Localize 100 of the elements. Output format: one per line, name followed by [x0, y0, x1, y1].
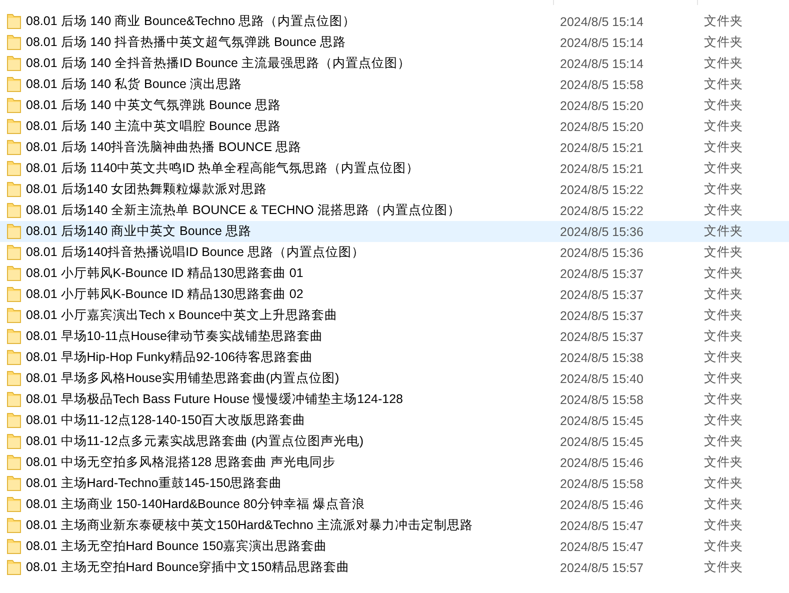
modified-date: 2024/8/5 15:36: [560, 224, 644, 238]
folder-icon: [7, 182, 21, 197]
file-type: 文件夹: [704, 328, 744, 345]
file-type: 文件夹: [704, 559, 744, 576]
folder-icon: [7, 203, 21, 218]
file-name: 08.01 后场 140 主流中英文唱腔 Bounce 思路: [26, 118, 282, 135]
folder-icon: [7, 329, 21, 344]
file-row[interactable]: 08.01 早场多风格House实用铺垫思路套曲(内置点位图) 2024/8/5 15:40 文件夹: [0, 368, 789, 389]
file-type: 文件夹: [704, 433, 744, 450]
file-type: 文件夹: [704, 139, 744, 156]
file-name: 08.01 早场Hip-Hop Funky精品92-106待客思路套曲: [26, 349, 314, 366]
file-name: 08.01 早场10-11点House律动节奏实战铺垫思路套曲: [26, 328, 324, 345]
file-name: 08.01 主场无空拍Hard Bounce 150嘉宾演出思路套曲: [26, 538, 328, 555]
file-row[interactable]: 08.01 早场10-11点House律动节奏实战铺垫思路套曲 2024/8/5 15:37 文件夹: [0, 326, 789, 347]
file-row[interactable]: 08.01 中场11-12点128-140-150百大改版思路套曲 2024/8/5 15:45 文件夹: [0, 410, 789, 431]
folder-icon: [7, 518, 21, 533]
file-type: 文件夹: [704, 391, 744, 408]
file-type: 文件夹: [704, 538, 744, 555]
modified-date: 2024/8/5 15:45: [560, 434, 644, 448]
modified-date: 2024/8/5 15:21: [560, 162, 644, 176]
file-type: 文件夹: [704, 286, 744, 303]
file-type: 文件夹: [704, 496, 744, 513]
folder-icon: [7, 161, 21, 176]
file-name: 08.01 主场无空拍Hard Bounce穿插中文150精品思路套曲: [26, 559, 351, 576]
modified-date: 2024/8/5 15:37: [560, 308, 644, 322]
folder-icon: [7, 119, 21, 134]
file-type: 文件夹: [704, 223, 744, 240]
modified-date: 2024/8/5 15:47: [560, 518, 644, 532]
modified-date: 2024/8/5 15:46: [560, 498, 644, 512]
file-row[interactable]: 08.01 后场 140 中英文气氛弹跳 Bounce 思路 2024/8/5 15:20 文件夹: [0, 95, 789, 116]
file-row[interactable]: 08.01 小厅嘉宾演出Tech x Bounce中英文上升思路套曲 2024/8/5 15:37 文件夹: [0, 305, 789, 326]
modified-date: 2024/8/5 15:47: [560, 540, 644, 554]
file-name: 08.01 中场无空拍多风格混搭128 思路套曲 声光电同步: [26, 454, 337, 471]
file-type: 文件夹: [704, 34, 744, 51]
file-row[interactable]: 08.01 后场 140 主流中英文唱腔 Bounce 思路 2024/8/5 15:20 文件夹: [0, 116, 789, 137]
file-row[interactable]: 08.01 主场商业 150-140Hard&Bounce 80分钟幸福 爆点音浪 2024/8/5 15:46 文件夹: [0, 494, 789, 515]
file-row[interactable]: 08.01 早场Hip-Hop Funky精品92-106待客思路套曲 2024/8/5 15:38 文件夹: [0, 347, 789, 368]
file-type: 文件夹: [704, 517, 744, 534]
file-row[interactable]: 08.01 中场无空拍多风格混搭128 思路套曲 声光电同步 2024/8/5 15:46 文件夹: [0, 452, 789, 473]
folder-icon: [7, 56, 21, 71]
file-row[interactable]: 08.01 后场 140 商业 Bounce&Techno 思路（内置点位图） 2024/8/5 15:14 文件夹: [0, 11, 789, 32]
modified-date: 2024/8/5 15:37: [560, 266, 644, 280]
file-name: 08.01 后场 140抖音洗脑神曲热播 BOUNCE 思路: [26, 139, 303, 156]
file-type: 文件夹: [704, 244, 744, 261]
file-row[interactable]: 08.01 后场 140抖音洗脑神曲热播 BOUNCE 思路 2024/8/5 15:21 文件夹: [0, 137, 789, 158]
modified-date: 2024/8/5 15:58: [560, 392, 644, 406]
file-name: 08.01 中场11-12点128-140-150百大改版思路套曲: [26, 412, 307, 429]
folder-icon: [7, 245, 21, 260]
file-row[interactable]: 08.01 早场极品Tech Bass Future House 慢慢缓冲铺垫主场124-128 2024/8/5 15:58 文件夹: [0, 389, 789, 410]
folder-icon: [7, 35, 21, 50]
modified-date: 2024/8/5 15:36: [560, 246, 644, 260]
modified-date: 2024/8/5 15:58: [560, 78, 644, 92]
file-type: 文件夹: [704, 13, 744, 30]
file-row[interactable]: 08.01 主场Hard-Techno重鼓145-150思路套曲 2024/8/5 15:58 文件夹: [0, 473, 789, 494]
file-type: 文件夹: [704, 265, 744, 282]
folder-icon: [7, 539, 21, 554]
folder-icon: [7, 287, 21, 302]
modified-date: 2024/8/5 15:45: [560, 414, 644, 428]
file-type: 文件夹: [704, 181, 744, 198]
file-row[interactable]: 08.01 后场 140 抖音热播中英文超气氛弹跳 Bounce 思路 2024/8/5 15:14 文件夹: [0, 32, 789, 53]
file-row[interactable]: 08.01 主场无空拍Hard Bounce穿插中文150精品思路套曲 2024/8/5 15:57 文件夹: [0, 557, 789, 578]
file-row[interactable]: 08.01 后场140 全新主流热单 BOUNCE & TECHNO 混搭思路（内置点位图） 2024/8/5 15:22 文件夹: [0, 200, 789, 221]
modified-date: 2024/8/5 15:22: [560, 182, 644, 196]
file-row[interactable]: 08.01 后场140抖音热播说唱ID Bounce 思路（内置点位图） 2024/8/5 15:36 文件夹: [0, 242, 789, 263]
modified-date: 2024/8/5 15:37: [560, 330, 644, 344]
folder-icon: [7, 371, 21, 386]
file-row[interactable]: 08.01 主场商业新东泰硬核中英文150Hard&Techno 主流派对暴力冲击定制思路 2024/8/5 15:47 文件夹: [0, 515, 789, 536]
file-type: 文件夹: [704, 370, 744, 387]
file-name: 08.01 主场Hard-Techno重鼓145-150思路套曲: [26, 475, 284, 492]
file-type: 文件夹: [704, 97, 744, 114]
file-type: 文件夹: [704, 160, 744, 177]
file-row[interactable]: 08.01 小厅韩风K-Bounce ID 精品130思路套曲 01 2024/8/5 15:37 文件夹: [0, 263, 789, 284]
file-row[interactable]: 08.01 主场无空拍Hard Bounce 150嘉宾演出思路套曲 2024/8/5 15:47 文件夹: [0, 536, 789, 557]
file-row[interactable]: 08.01 后场140 商业中英文 Bounce 思路 2024/8/5 15:36 文件夹: [0, 221, 789, 242]
file-type: 文件夹: [704, 76, 744, 93]
modified-date: 2024/8/5 15:20: [560, 120, 644, 134]
file-row[interactable]: 08.01 后场 1140中英文共鸣ID 热单全程高能气氛思路（内置点位图） 2024/8/5 15:21 文件夹: [0, 158, 789, 179]
file-name: 08.01 主场商业新东泰硬核中英文150Hard&Techno 主流派对暴力冲击定制思路: [26, 517, 474, 534]
modified-date: 2024/8/5 15:40: [560, 372, 644, 386]
file-type: 文件夹: [704, 307, 744, 324]
file-name: 08.01 后场 1140中英文共鸣ID 热单全程高能气氛思路（内置点位图）: [26, 160, 420, 177]
folder-icon: [7, 266, 21, 281]
folder-icon: [7, 98, 21, 113]
file-name: 08.01 后场140抖音热播说唱ID Bounce 思路（内置点位图）: [26, 244, 366, 261]
modified-date: 2024/8/5 15:22: [560, 204, 644, 218]
modified-date: 2024/8/5 15:37: [560, 288, 644, 302]
file-name: 08.01 后场 140 全抖音热播ID Bounce 主流最强思路（内置点位图）: [26, 55, 412, 72]
file-row[interactable]: 08.01 后场140 女团热舞颗粒爆款派对思路 2024/8/5 15:22 文件夹: [0, 179, 789, 200]
file-row[interactable]: 08.01 后场 140 私货 Bounce 演出思路 2024/8/5 15:58 文件夹: [0, 74, 789, 95]
file-row[interactable]: 08.01 小厅韩风K-Bounce ID 精品130思路套曲 02 2024/8/5 15:37 文件夹: [0, 284, 789, 305]
modified-date: 2024/8/5 15:38: [560, 350, 644, 364]
file-name: 08.01 小厅韩风K-Bounce ID 精品130思路套曲 01: [26, 265, 304, 282]
file-row[interactable]: 08.01 后场 140 全抖音热播ID Bounce 主流最强思路（内置点位图） 2024/8/5 15:14 文件夹: [0, 53, 789, 74]
file-row[interactable]: 08.01 中场11-12点多元素实战思路套曲 (内置点位图声光电) 2024/8/5 15:45 文件夹: [0, 431, 789, 452]
folder-icon: [7, 77, 21, 92]
file-name: 08.01 早场极品Tech Bass Future House 慢慢缓冲铺垫主场124-128: [26, 391, 404, 408]
folder-icon: [7, 308, 21, 323]
folder-icon: [7, 455, 21, 470]
modified-date: 2024/8/5 15:21: [560, 140, 644, 154]
folder-icon: [7, 476, 21, 491]
